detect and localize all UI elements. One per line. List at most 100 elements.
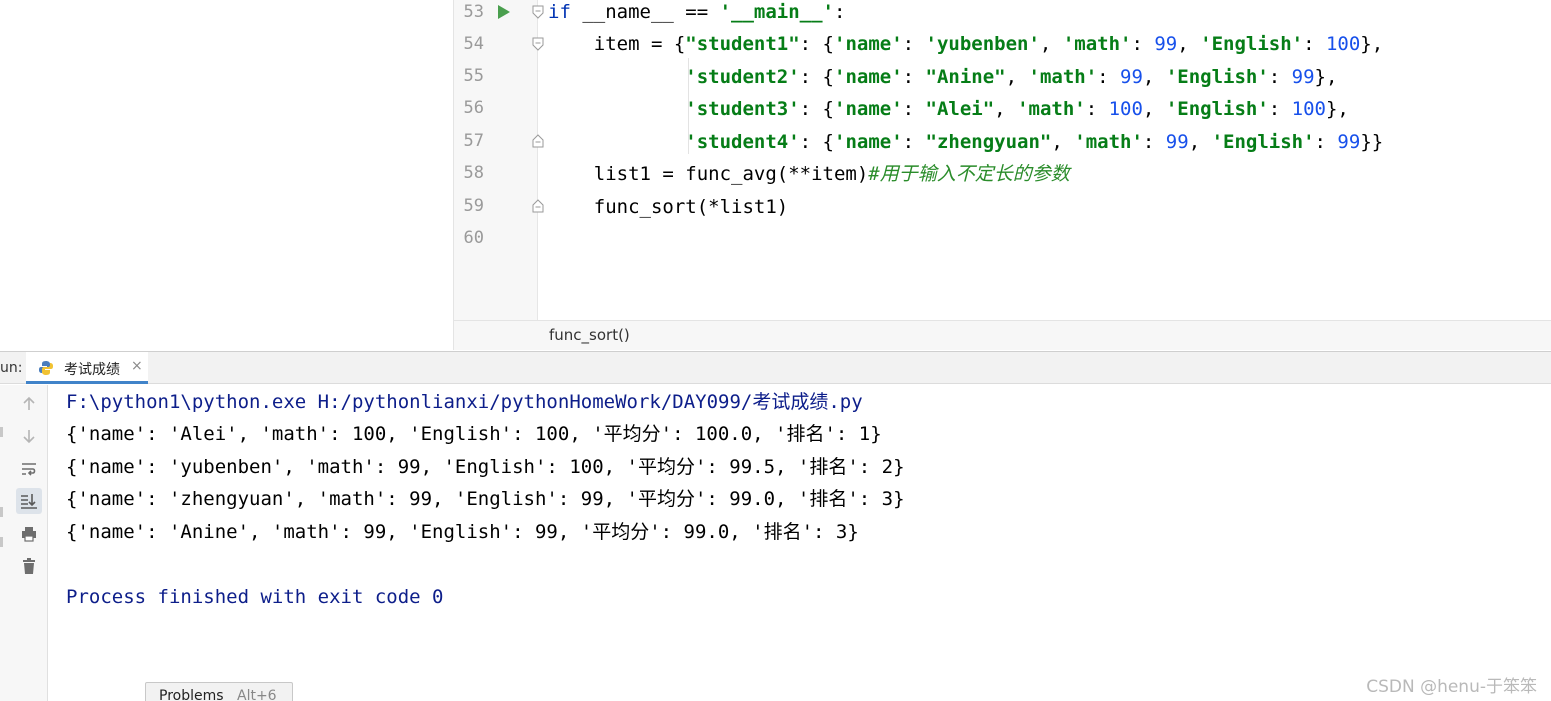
arrow-down-icon[interactable] [16, 423, 42, 449]
line-number: 60 [463, 228, 484, 248]
string-literal: 'English' [1165, 66, 1269, 88]
code-text: , [1188, 131, 1212, 153]
code-editor[interactable]: 53 54 55 56 57 58 59 60 if __name__ == '… [454, 0, 1551, 350]
string-literal: "Anine" [925, 66, 1006, 88]
code-line-55: 'student2': {'name': "Anine", 'math': 99… [548, 61, 1337, 93]
code-text: : [834, 1, 846, 23]
problems-label: Problems [159, 688, 224, 701]
code-text: }, [1325, 98, 1349, 120]
console-output-line: {'name': 'Alei', 'math': 100, 'English':… [66, 423, 882, 445]
run-label: un: [0, 360, 23, 376]
console-toolbar [0, 385, 48, 701]
run-console[interactable]: F:\python1\python.exe H:/pythonlianxi/py… [0, 385, 1551, 701]
string-literal: 'math' [1017, 98, 1086, 120]
editor-gutter: 53 54 55 56 57 58 59 60 [454, 0, 544, 320]
code-text: , [994, 98, 1018, 120]
string-literal: 'English' [1200, 33, 1304, 55]
line-number: 54 [463, 34, 484, 54]
process-finished-message: Process finished with exit code 0 [66, 586, 444, 608]
string-literal: 'yubenben' [925, 33, 1040, 55]
code-text: , [1142, 66, 1166, 88]
line-number: 56 [463, 98, 484, 118]
string-literal: 'English' [1211, 131, 1315, 153]
code-text: , [1039, 33, 1063, 55]
string-literal: 'math' [1074, 131, 1143, 153]
string-literal: 'student2' [685, 66, 800, 88]
console-output-line: {'name': 'zhengyuan', 'math': 99, 'Engli… [66, 488, 905, 510]
number-literal: 100 [1325, 33, 1361, 55]
breadcrumb-item[interactable]: func_sort() [549, 326, 630, 344]
code-line-58: list1 = func_avg(**item)#用于输入不定长的参数 [548, 158, 1070, 190]
edge-marker [0, 427, 3, 437]
fold-icon[interactable] [531, 5, 545, 19]
code-text: : [902, 66, 926, 88]
number-literal: 100 [1291, 98, 1326, 120]
string-literal: '__main__' [719, 1, 834, 23]
line-number: 57 [463, 131, 484, 151]
unfold-icon[interactable] [531, 134, 545, 148]
code-text: item = { [548, 33, 686, 55]
string-literal: 'math' [1028, 66, 1098, 88]
string-literal: 'student3' [685, 98, 800, 120]
python-icon [39, 361, 53, 375]
number-literal: 99 [1291, 66, 1315, 88]
problems-tooltip[interactable]: Problems Alt+6 [145, 682, 293, 701]
run-tab-exam-scores[interactable]: 考试成绩 × [26, 352, 148, 384]
number-literal: 99 [1165, 131, 1189, 153]
string-literal: 'name' [834, 33, 903, 55]
code-text: : [1097, 66, 1121, 88]
code-text: : [1268, 66, 1292, 88]
console-command-line[interactable]: F:\python1\python.exe H:/pythonlianxi/py… [66, 386, 863, 418]
code-text: , [1177, 33, 1201, 55]
string-literal: 'English' [1165, 98, 1269, 120]
code-comment: #用于输入不定长的参数 [868, 163, 1070, 185]
line-number: 55 [463, 66, 484, 86]
console-output-line: {'name': 'yubenben', 'math': 99, 'Englis… [66, 456, 905, 478]
code-text: : [1142, 131, 1166, 153]
string-literal: "zhengyuan" [925, 131, 1052, 153]
string-literal: 'name' [834, 131, 903, 153]
string-literal: 'name' [834, 66, 903, 88]
number-literal: 99 [1154, 33, 1178, 55]
code-text: : [1085, 98, 1109, 120]
code-text: : [902, 98, 926, 120]
print-icon[interactable] [16, 521, 42, 547]
number-literal: 99 [1337, 131, 1361, 153]
line-number: 53 [463, 2, 484, 22]
console-output-line: {'name': 'Anine', 'math': 99, 'English':… [66, 521, 859, 543]
problems-shortcut: Alt+6 [237, 688, 277, 701]
code-text: : [1303, 33, 1326, 55]
code-text: , [1051, 131, 1075, 153]
code-text: : { [799, 131, 834, 153]
trash-icon[interactable] [16, 553, 42, 579]
left-empty-panel [0, 0, 454, 350]
soft-wrap-icon[interactable] [16, 456, 42, 482]
code-text: }, [1314, 66, 1338, 88]
fold-icon[interactable] [531, 37, 545, 51]
keyword: if [548, 1, 571, 23]
code-area[interactable]: if __name__ == '__main__': item = {"stud… [548, 0, 1551, 320]
code-text: func_sort(*list1) [548, 196, 789, 218]
code-text: : [1268, 98, 1292, 120]
arrow-up-icon[interactable] [16, 391, 42, 417]
edge-marker [0, 537, 3, 547]
string-literal: 'name' [834, 98, 903, 120]
number-literal: 99 [1120, 66, 1143, 88]
code-text: }} [1360, 131, 1384, 153]
string-literal: 'math' [1062, 33, 1132, 55]
code-line-59: func_sort(*list1) [548, 191, 788, 223]
breadcrumb: func_sort() [454, 320, 1551, 350]
run-gutter-icon[interactable] [498, 5, 510, 19]
scroll-to-end-icon[interactable] [16, 488, 42, 514]
unfold-icon[interactable] [531, 199, 545, 213]
close-icon[interactable]: × [131, 358, 143, 374]
code-line-53: if __name__ == '__main__': [548, 0, 845, 28]
watermark: CSDN @henu-于笨笨 [1366, 677, 1537, 697]
code-text: : { [799, 98, 834, 120]
line-number: 59 [463, 196, 484, 216]
code-text: : [902, 33, 926, 55]
code-text: __name__ == [570, 1, 720, 23]
